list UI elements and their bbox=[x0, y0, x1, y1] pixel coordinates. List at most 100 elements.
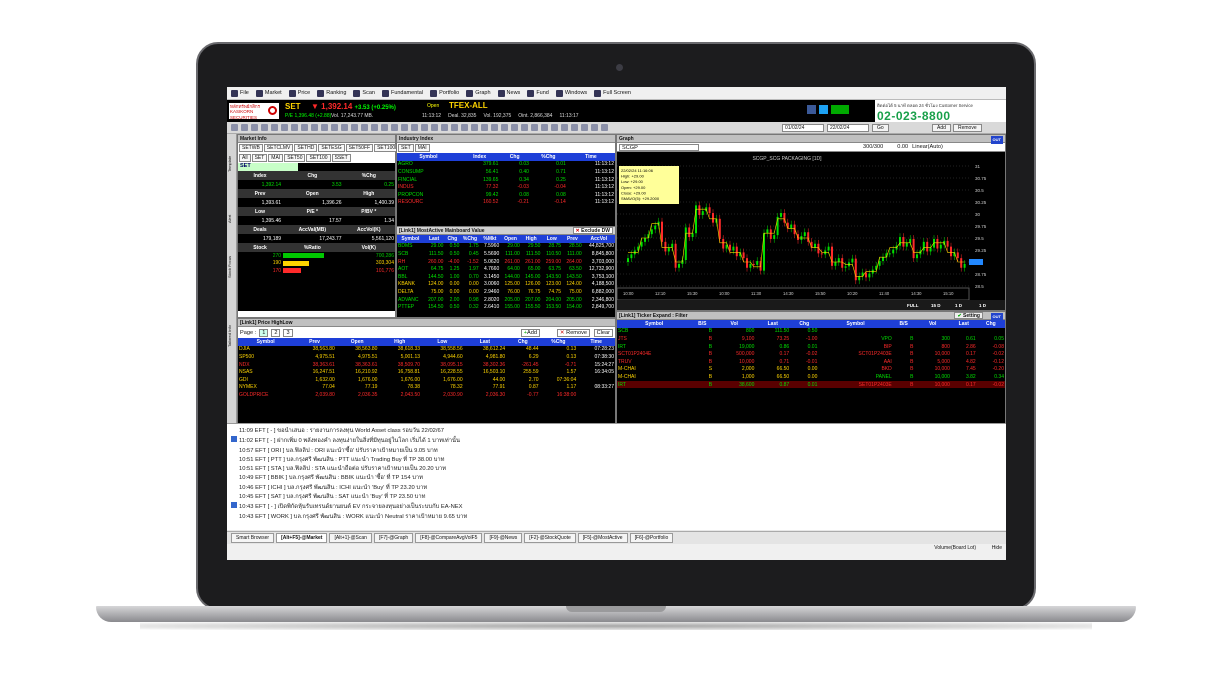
table-row[interactable]: M-CHAI B 1,000 66.50 0.00 PANEL B 10,000 3.82 0.3… bbox=[617, 373, 1005, 381]
table-row[interactable]: FINCIAL 139.65 0.34 0.25 11:13:12 bbox=[397, 176, 615, 184]
table-row[interactable]: SP500 4,975.51 4,975.51 5,001.13 4,944.60 4,9… bbox=[238, 353, 615, 361]
table-row[interactable]: INDUS 77.32 -0.03 -0.04 11:13:12 bbox=[397, 183, 615, 191]
table-row[interactable]: IRT B 19,000 0.86 0.01 BIP B 800 2.86 -0.08 bbox=[617, 343, 1005, 351]
news-item[interactable]: 10:57 EFT [ ORI ] บล.ฟิลลิป : ORI แนะนำ'… bbox=[239, 447, 467, 456]
tool-icon[interactable] bbox=[471, 124, 478, 131]
col-header[interactable]: Symbol bbox=[238, 338, 294, 346]
tool-icon[interactable] bbox=[251, 124, 258, 131]
remove-symbol-button[interactable]: ✕ Remove bbox=[556, 328, 590, 337]
tool-icon[interactable] bbox=[571, 124, 578, 131]
col-header[interactable]: Chg bbox=[499, 153, 530, 161]
graph-out-button[interactable]: OUT bbox=[990, 136, 1003, 144]
tab-set50[interactable]: SET50 bbox=[284, 154, 306, 162]
tool-icon[interactable] bbox=[381, 124, 388, 131]
col-header[interactable]: Last bbox=[423, 235, 445, 243]
col-header[interactable]: Time bbox=[577, 338, 615, 346]
page-3-button[interactable]: 3 bbox=[283, 328, 293, 337]
table-row[interactable]: GDI 1,632.00 1,676.00 1,676.00 1,676.00 44.00… bbox=[238, 376, 615, 384]
news-item[interactable]: 10:49 EFT [ BBIK ] บล.กรุงศรี พัฒนสิน : … bbox=[239, 474, 467, 483]
workspace-tab-6[interactable]: [F2]-@StockQuote bbox=[524, 533, 576, 543]
tab-sethd[interactable]: SETHD bbox=[294, 144, 318, 152]
sidebar-tailored-info[interactable]: Tailored Info bbox=[227, 314, 237, 359]
tool-icon[interactable] bbox=[411, 124, 418, 131]
tool-icon[interactable] bbox=[461, 124, 468, 131]
tab-mai[interactable]: MAI bbox=[414, 144, 430, 152]
timeframe-button[interactable]: 1 D bbox=[955, 303, 963, 308]
tool-icon[interactable] bbox=[451, 124, 458, 131]
tab-set[interactable]: SET bbox=[251, 154, 268, 162]
tool-icon[interactable] bbox=[281, 124, 288, 131]
tool-icon[interactable] bbox=[421, 124, 428, 131]
col-header[interactable]: Symbol bbox=[617, 320, 692, 328]
col-header[interactable]: Index bbox=[459, 153, 500, 161]
col-header[interactable]: Symbol bbox=[818, 320, 893, 328]
facebook-icon[interactable] bbox=[807, 105, 816, 114]
col-header[interactable]: Open bbox=[500, 235, 521, 243]
add-symbol-button[interactable]: +Add bbox=[520, 328, 540, 337]
tool-icon[interactable] bbox=[341, 124, 348, 131]
sidebar-stock-focus[interactable]: Stock Focus bbox=[227, 244, 237, 289]
col-header[interactable]: B/S bbox=[892, 320, 915, 328]
line-icon[interactable] bbox=[831, 105, 849, 114]
menu-item-10[interactable]: Windows bbox=[555, 89, 587, 97]
tab-setwb[interactable]: SETWB bbox=[239, 144, 263, 152]
workspace-tab-3[interactable]: [F7]-@Graph bbox=[373, 533, 414, 543]
date-from-input[interactable]: 01/02/24 bbox=[782, 124, 824, 132]
news-item[interactable]: 10:51 EFT [ PTT ] บล.กรุงศรี พัฒนสิน : P… bbox=[239, 456, 467, 465]
tab-all[interactable]: All bbox=[239, 154, 251, 162]
clear-button[interactable]: Clear bbox=[593, 328, 613, 337]
table-row[interactable]: JTS B 9,100 73.25 -1.00 VPO B 300 0.61 0.05 bbox=[617, 335, 1005, 343]
tool-icon[interactable] bbox=[351, 124, 358, 131]
hide-button[interactable]: Hide bbox=[992, 545, 1002, 551]
tool-icon[interactable] bbox=[481, 124, 488, 131]
tool-icon[interactable] bbox=[401, 124, 408, 131]
tool-icon[interactable] bbox=[331, 124, 338, 131]
tool-icon[interactable] bbox=[431, 124, 438, 131]
candlestick-chart[interactable]: SCGP_SCG PACKAGING [1D] 31 30.75 30.5 30.25 3… bbox=[617, 152, 1005, 310]
table-row[interactable]: KBANK 124.00 0.00 0.00 3.0060 125.00 126.00 123… bbox=[397, 281, 615, 289]
news-item[interactable]: 11:09 EFT [ - ] ขอนำเสนอ : รายงานการลงทุ… bbox=[239, 427, 467, 436]
customer-service-ad[interactable]: ติดต่อได้ 5 นาที ตลอด 24 ชั่วโมง Custome… bbox=[875, 100, 1006, 123]
tool-icon[interactable] bbox=[261, 124, 268, 131]
news-item[interactable]: 10:51 EFT [ STA ] บล.ฟิลลิป : STA แนะนำถ… bbox=[239, 465, 467, 474]
tool-icon[interactable] bbox=[591, 124, 598, 131]
tool-icon[interactable] bbox=[231, 124, 238, 131]
menu-item-7[interactable]: Graph bbox=[466, 89, 491, 97]
news-item[interactable]: 10:45 EFT [ SAT ] บล.กรุงศรี พัฒนสิน : S… bbox=[239, 493, 467, 502]
table-row[interactable]: SCB 111.50 0.50 0.45 5.5690 111.00 111.50 110.5… bbox=[397, 250, 615, 258]
table-row[interactable]: M-CHAI S 2,000 66.50 0.00 BKD B 10,000 7.45 -0.20 bbox=[617, 366, 1005, 374]
menu-item-2[interactable]: Price bbox=[288, 89, 310, 97]
menu-item-5[interactable]: Fundamental bbox=[381, 89, 423, 97]
tool-icon[interactable] bbox=[511, 124, 518, 131]
menu-item-11[interactable]: Full Screen bbox=[594, 89, 631, 97]
tool-icon[interactable] bbox=[391, 124, 398, 131]
tab-set100[interactable]: SET100 bbox=[306, 154, 331, 162]
tool-icon[interactable] bbox=[301, 124, 308, 131]
tool-icon[interactable] bbox=[291, 124, 298, 131]
menu-item-1[interactable]: Market bbox=[255, 89, 282, 97]
table-row[interactable]: DELTA 75.00 0.00 0.00 2.9460 76.00 76.75 74.75 7… bbox=[397, 288, 615, 296]
tab-sset[interactable]: SSET bbox=[331, 154, 351, 162]
col-header[interactable]: Prev bbox=[562, 235, 583, 243]
timeframe-button[interactable]: 15 D bbox=[931, 303, 941, 308]
workspace-tab-5[interactable]: [F9]-@News bbox=[484, 533, 523, 543]
col-header[interactable]: Chg bbox=[444, 235, 461, 243]
tool-icon[interactable] bbox=[361, 124, 368, 131]
timeframe-button[interactable]: 1 D bbox=[979, 303, 987, 308]
workspace-tab-0[interactable]: Smart Browser bbox=[231, 533, 275, 543]
graph-symbol-select[interactable]: SCGP bbox=[619, 143, 699, 151]
table-row[interactable]: SCB B 800 111.50 0.50 bbox=[617, 328, 1005, 336]
news-item[interactable]: 10:43 EFT [ WORK ] บล.กรุงศรี พัฒนสิน : … bbox=[239, 513, 467, 522]
col-header[interactable]: %Mkt bbox=[479, 235, 501, 243]
tool-icon[interactable] bbox=[241, 124, 248, 131]
table-row[interactable]: AGRO 379.61 0.03 0.01 11:13:12 bbox=[397, 161, 615, 169]
setting-button[interactable]: ✔ Setting bbox=[954, 312, 983, 319]
tool-icon[interactable] bbox=[271, 124, 278, 131]
ticker-out-button[interactable]: OUT bbox=[990, 313, 1003, 321]
tool-icon[interactable] bbox=[521, 124, 528, 131]
news-item[interactable]: 10:46 EFT [ ICHI ] บล.กรุงศรี พัฒนสิน : … bbox=[239, 484, 467, 493]
tool-icon[interactable] bbox=[311, 124, 318, 131]
col-header[interactable]: Low bbox=[421, 338, 464, 346]
news-item[interactable]: 11:02 EFT [ - ] ฝากเพิ่ม 0 พลังทองคำ ลงท… bbox=[231, 436, 467, 446]
workspace-tab-7[interactable]: [F5]-@MostActive bbox=[577, 533, 628, 543]
